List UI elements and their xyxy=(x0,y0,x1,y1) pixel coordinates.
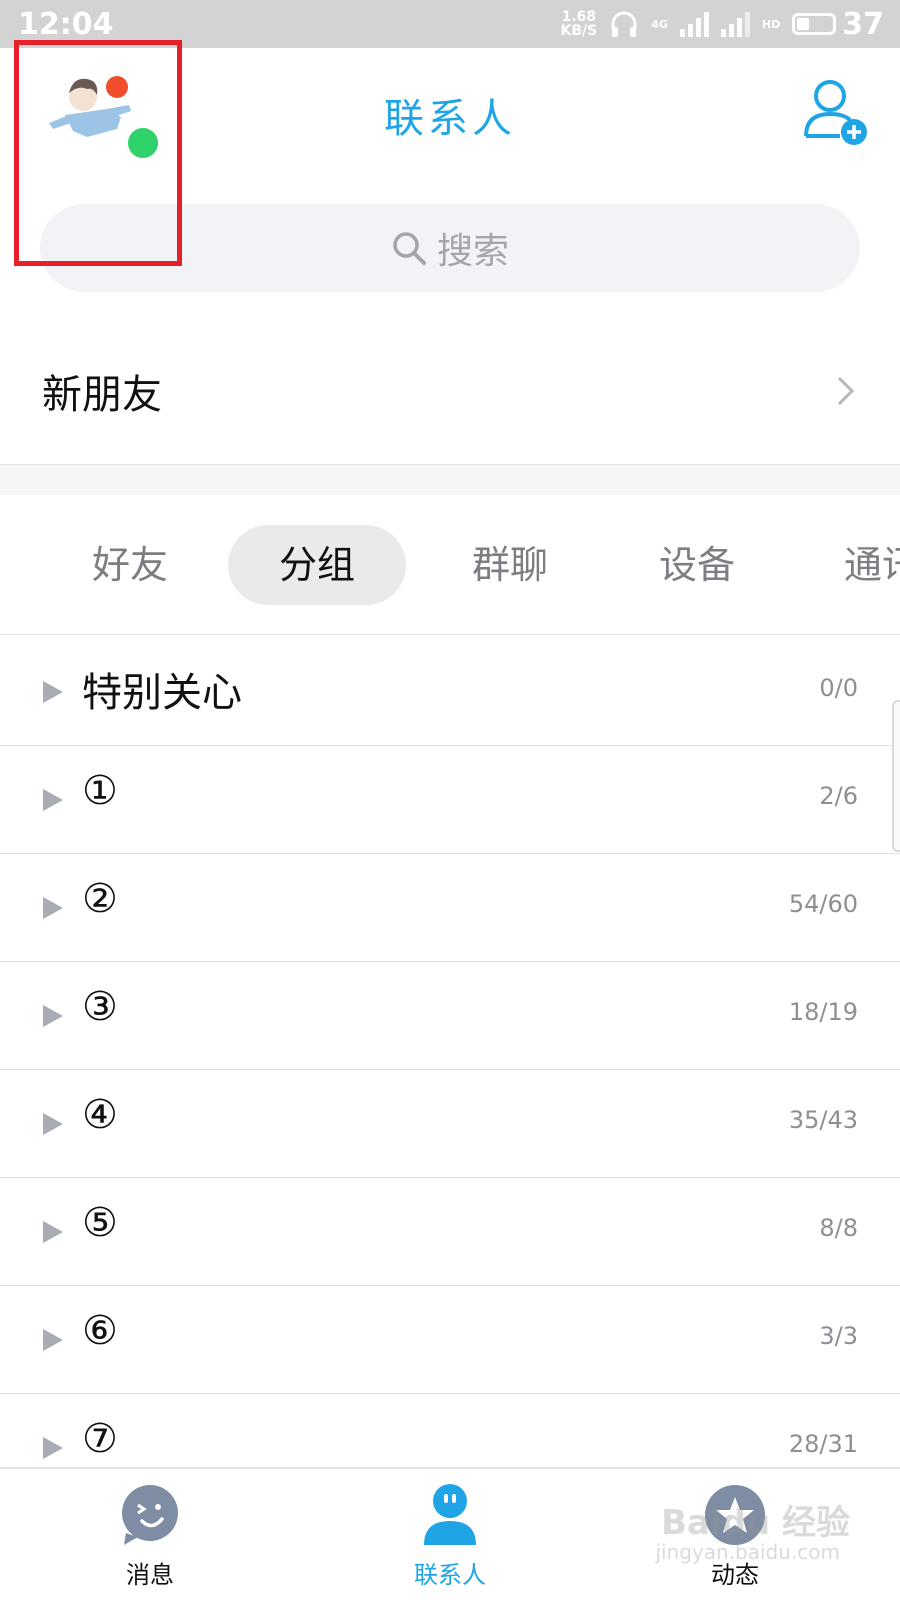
expand-arrow-icon xyxy=(43,1113,63,1135)
expand-arrow-icon xyxy=(43,1221,63,1243)
group-count: 18/19 xyxy=(788,998,858,1026)
signal-icon xyxy=(679,11,709,37)
expand-arrow-icon xyxy=(43,789,63,811)
tab-devices[interactable]: 设备 xyxy=(645,525,749,605)
group-count: 3/3 xyxy=(819,1322,858,1350)
group-row[interactable]: ④ 35/43 xyxy=(0,1068,900,1178)
watermark-url: jingyan.baidu.com xyxy=(655,1540,840,1564)
group-name: ③ xyxy=(82,984,118,1030)
expand-arrow-icon xyxy=(43,1437,63,1459)
group-row[interactable]: ① 2/6 xyxy=(0,744,900,854)
section-divider xyxy=(0,465,900,495)
group-row[interactable]: 特别关心 0/0 xyxy=(0,636,900,746)
group-row[interactable]: ⑤ 8/8 xyxy=(0,1176,900,1286)
group-row[interactable]: ② 54/60 xyxy=(0,852,900,962)
contacts-icon xyxy=(424,1484,476,1545)
status-time: 12:04 xyxy=(18,6,114,42)
group-name: ⑥ xyxy=(82,1308,118,1354)
header: 联系人 xyxy=(0,40,900,266)
group-row[interactable]: ⑥ 3/3 xyxy=(0,1284,900,1394)
group-count: 0/0 xyxy=(819,674,858,702)
battery-percent: 37 xyxy=(842,6,884,42)
nav-messages[interactable]: 消息 xyxy=(90,1483,210,1590)
nav-label: 联系人 xyxy=(414,1561,486,1589)
tab-groups[interactable]: 分组 xyxy=(228,525,406,605)
nav-label: 消息 xyxy=(126,1561,174,1589)
tab-group-chats[interactable]: 群聊 xyxy=(458,525,562,605)
expand-arrow-icon xyxy=(43,681,63,703)
group-count: 54/60 xyxy=(788,890,858,918)
battery-icon xyxy=(792,13,837,35)
nav-contacts[interactable]: 联系人 xyxy=(390,1483,510,1590)
group-row[interactable]: ⑦ 28/31 xyxy=(0,1392,900,1466)
group-name: ② xyxy=(82,876,118,922)
message-icon xyxy=(122,1485,178,1545)
tab-friends[interactable]: 好友 xyxy=(78,525,182,605)
group-list: 特别关心 0/0 ① 2/6 ② 54/60 ③ 18/19 ④ 35/43 ⑤… xyxy=(0,636,900,1466)
network-speed-value: 1.68 xyxy=(561,9,597,25)
battery: 37 xyxy=(792,7,884,42)
group-name: ⑦ xyxy=(82,1416,118,1462)
hd-indicator: HD xyxy=(761,17,781,31)
avatar-highlight-box xyxy=(14,40,182,266)
watermark-logo: Baidu 经验 xyxy=(661,1503,850,1543)
new-friends-row[interactable]: 新朋友 xyxy=(0,318,900,465)
scroll-handle[interactable] xyxy=(892,700,900,852)
chevron-right-icon xyxy=(825,376,855,406)
group-count: 2/6 xyxy=(819,782,858,810)
group-count: 28/31 xyxy=(788,1430,858,1458)
group-name: ⑤ xyxy=(82,1200,118,1246)
network-type: 4G xyxy=(651,17,668,31)
network-speed-unit: KB/S xyxy=(560,23,598,39)
expand-arrow-icon xyxy=(43,1005,63,1027)
expand-arrow-icon xyxy=(43,1329,63,1351)
add-user-icon[interactable] xyxy=(800,76,870,146)
status-indicators: 1.68 KB/S 4G HD 37 xyxy=(561,7,885,42)
group-name: ① xyxy=(82,768,118,814)
group-row[interactable]: ③ 18/19 xyxy=(0,960,900,1070)
group-count: 35/43 xyxy=(788,1106,858,1134)
network-speed: 1.68 KB/S xyxy=(561,10,598,38)
contact-tabs: 好友 分组 群聊 设备 通讯 xyxy=(0,495,900,635)
avatar[interactable] xyxy=(47,57,163,167)
tab-contacts-book[interactable]: 通讯 xyxy=(830,525,900,605)
expand-arrow-icon xyxy=(43,897,63,919)
group-name: 特别关心 xyxy=(82,670,242,716)
group-count: 8/8 xyxy=(819,1214,858,1242)
search-placeholder: 搜索 xyxy=(436,231,509,272)
signal-icon-2 xyxy=(720,11,750,37)
new-friends-label: 新朋友 xyxy=(42,372,162,418)
group-name: ④ xyxy=(82,1092,118,1138)
headphones-icon xyxy=(611,11,637,37)
search-icon xyxy=(393,232,426,265)
